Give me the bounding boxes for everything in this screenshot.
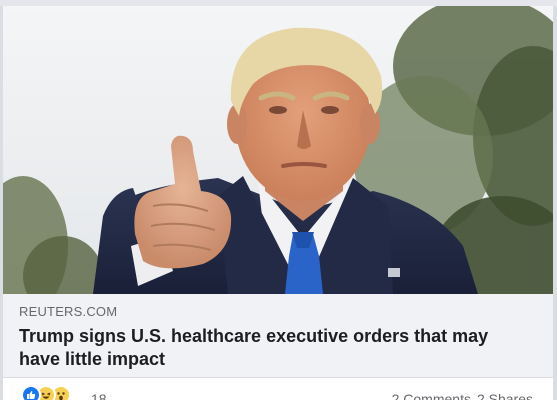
comments-shares-summary: 2 Comments 2 Shares xyxy=(392,391,533,400)
shares-count[interactable]: 2 Shares xyxy=(477,391,533,400)
link-headline[interactable]: Trump signs U.S. healthcare executive or… xyxy=(19,325,519,371)
reaction-summary[interactable] xyxy=(21,385,71,400)
link-preview-caption[interactable]: REUTERS.COM Trump signs U.S. healthcare … xyxy=(3,294,553,378)
reaction-count[interactable]: 18 xyxy=(91,391,107,400)
link-preview-image[interactable] xyxy=(3,6,553,294)
shared-link-post: REUTERS.COM Trump signs U.S. healthcare … xyxy=(0,0,557,400)
engagement-bar: 18 2 Comments 2 Shares xyxy=(3,379,553,400)
card-border-right xyxy=(553,6,557,400)
like-icon xyxy=(21,385,41,400)
link-domain: REUTERS.COM xyxy=(19,304,118,319)
link-preview-photo xyxy=(3,6,553,294)
comments-count[interactable]: 2 Comments xyxy=(392,391,471,400)
